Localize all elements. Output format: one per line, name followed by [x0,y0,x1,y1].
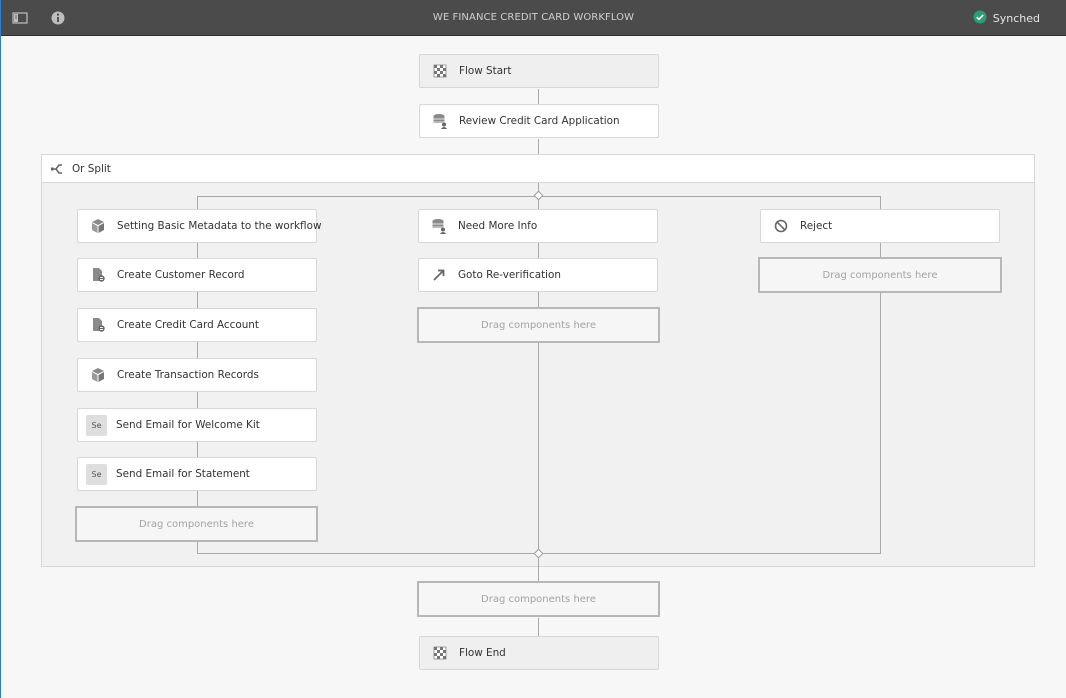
branch-1-step[interactable]: Se Send Email for Welcome Kit [77,408,317,442]
branch-2-step[interactable]: Need More Info [418,209,658,243]
branch-3-step[interactable]: Reject [760,209,1000,243]
connector [880,196,881,554]
checkered-flag-icon [431,62,449,80]
top-bar: WE FINANCE CREDIT CARD WORKFLOW Synched [1,0,1066,36]
flow-end-step[interactable]: Flow End [419,636,659,670]
process-box-icon [89,217,107,235]
split-label: Or Split [72,162,111,175]
drop-zone-label: Drag components here [822,269,938,281]
step-label: Reject [800,220,833,232]
step-label: Setting Basic Metadata to the workflow [117,220,322,232]
or-split-header[interactable]: Or Split [41,154,1035,183]
drop-zone[interactable]: Drag components here [417,307,660,343]
step-label: Create Transaction Records [117,369,259,381]
branch-1-step[interactable]: Create Customer Record [77,258,317,292]
step-label: Review Credit Card Application [459,115,620,127]
connector [538,196,539,554]
connector [538,618,539,636]
connector [538,89,539,105]
sync-status: Synched [973,9,1040,27]
drop-zone-label: Drag components here [139,518,254,530]
review-application-step[interactable]: Review Credit Card Application [419,104,659,138]
participant-step-icon [431,112,449,130]
connector [197,243,198,258]
step-label: Send Email for Statement [116,468,250,480]
branch-2-step[interactable]: Goto Re-verification [418,258,658,292]
step-label: Flow End [459,647,506,659]
checkered-flag-icon [431,644,449,662]
step-label: Flow Start [459,65,512,77]
step-label: Send Email for Welcome Kit [116,419,260,431]
check-circle-icon [973,9,987,28]
branch-1-step[interactable]: Se Send Email for Statement [77,457,317,491]
branch-1-step[interactable]: Create Transaction Records [77,358,317,392]
no-entry-icon [772,217,790,235]
flow-start-step[interactable]: Flow Start [419,54,659,88]
drop-zone-label: Drag components here [481,319,596,331]
step-label: Create Customer Record [117,269,245,281]
document-process-icon [89,266,107,284]
workflow-title: WE FINANCE CREDIT CARD WORKFLOW [432,12,635,23]
step-label: Need More Info [458,220,538,232]
drop-zone[interactable]: Drag components here [75,506,318,542]
drop-zone-label: Drag components here [481,593,596,605]
workflow-canvas: Flow Start Review Credit Card Applicatio… [1,37,1066,698]
branch-1-step[interactable]: Setting Basic Metadata to the workflow [77,209,321,243]
drop-zone[interactable]: Drag components here [417,581,660,617]
sync-label: Synched [992,11,1040,25]
drop-zone[interactable]: Drag components here [758,257,1002,293]
process-box-icon [89,366,107,384]
document-process-icon [89,316,107,334]
participant-step-icon [430,217,448,235]
connector [538,139,539,155]
split-icon [50,161,66,177]
goto-arrow-icon [430,266,448,284]
email-step-icon: Se [86,463,107,485]
step-label: Goto Re-verification [458,269,561,281]
branch-1-step[interactable]: Create Credit Card Account [77,308,317,342]
step-label: Create Credit Card Account [117,319,259,331]
email-step-icon: Se [86,414,107,436]
